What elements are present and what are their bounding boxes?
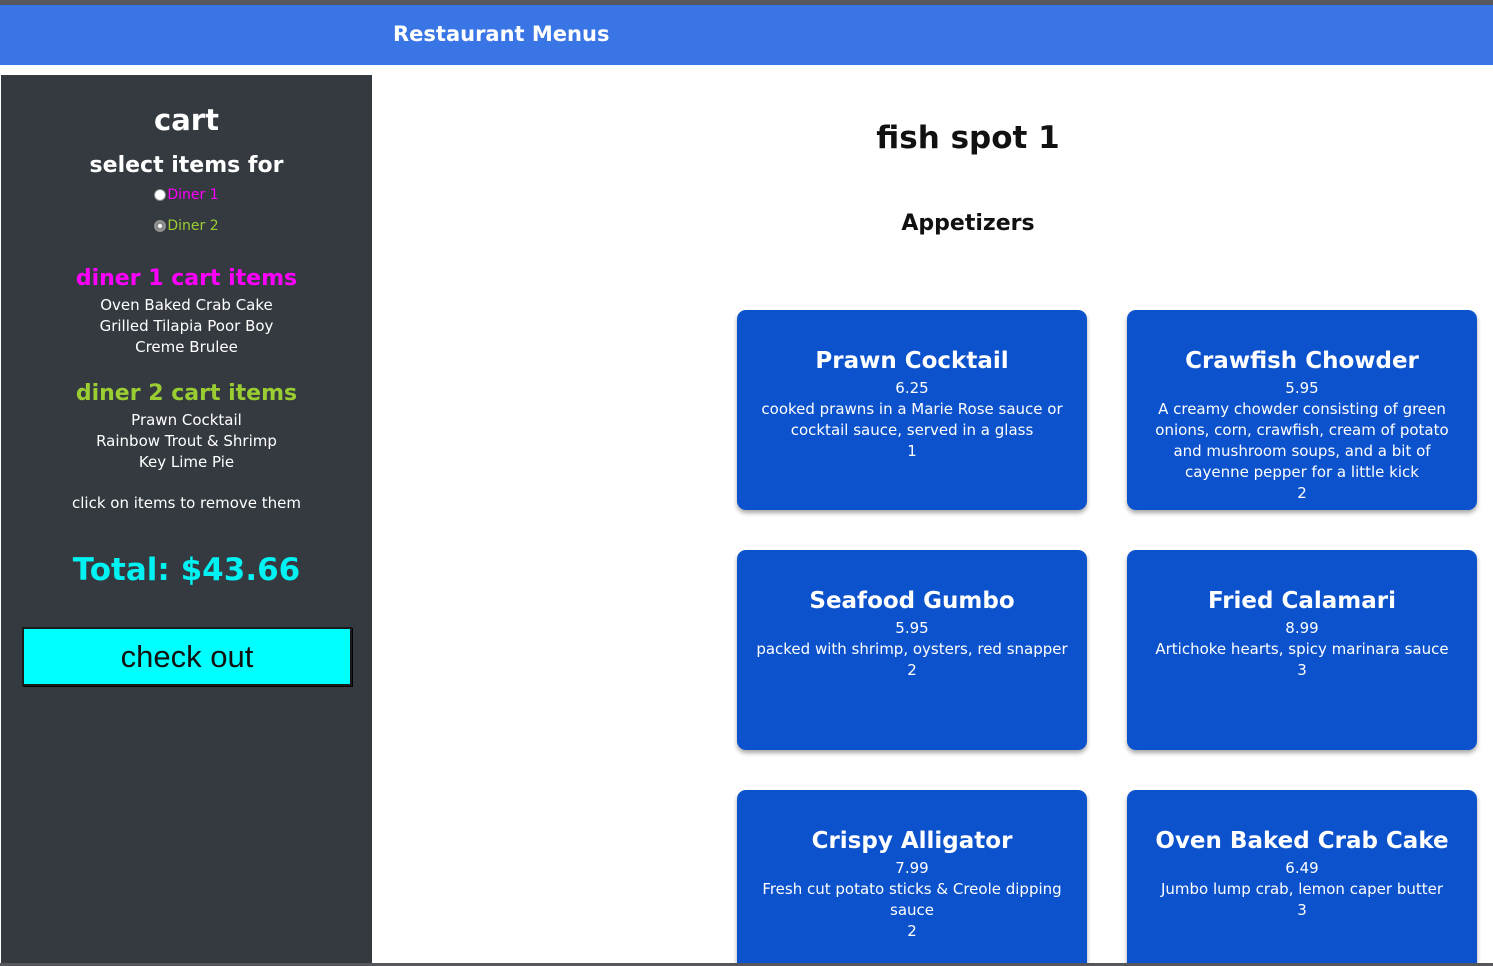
menu-item-quantity: 3	[1297, 661, 1307, 679]
cart-item[interactable]: Prawn Cocktail	[1, 410, 372, 431]
remove-hint: click on items to remove them	[72, 494, 301, 512]
menu-item-card[interactable]: Oven Baked Crab Cake 6.49 Jumbo lump cra…	[1127, 790, 1477, 963]
menu-item-card[interactable]: Seafood Gumbo 5.95 packed with shrimp, o…	[737, 550, 1087, 750]
menu-item-card[interactable]: Crispy Alligator 7.99 Fresh cut potato s…	[737, 790, 1087, 963]
menu-item-description: A creamy chowder consisting of green oni…	[1155, 400, 1449, 481]
diner-2-label: Diner 2	[167, 218, 219, 234]
select-diner-title: select items for	[89, 153, 284, 178]
cart-item[interactable]: Oven Baked Crab Cake	[1, 295, 372, 316]
cart-sidebar: cart select items for Diner 1 Diner 2 di…	[1, 75, 372, 963]
menu-item-quantity: 2	[907, 661, 917, 679]
diner-2-radio[interactable]	[154, 220, 167, 232]
menu-item-price: 7.99	[895, 859, 929, 877]
cart-item[interactable]: Creme Brulee	[1, 337, 372, 358]
menu-item-name: Oven Baked Crab Cake	[1155, 828, 1449, 854]
menu-item-card[interactable]: Prawn Cocktail 6.25 cooked prawns in a M…	[737, 310, 1087, 510]
menu-item-quantity: 3	[1297, 901, 1307, 919]
menu-item-price: 6.25	[895, 379, 929, 397]
menu-item-card[interactable]: Fried Calamari 8.99 Artichoke hearts, sp…	[1127, 550, 1477, 750]
menu-item-price: 8.99	[1285, 619, 1319, 637]
cart-item[interactable]: Grilled Tilapia Poor Boy	[1, 316, 372, 337]
diner-1-radio[interactable]	[154, 189, 167, 201]
menu-item-description: packed with shrimp, oysters, red snapper	[756, 640, 1068, 658]
menu-item-quantity: 2	[1297, 484, 1307, 502]
menu-item-description: Fresh cut potato sticks & Creole dipping…	[762, 880, 1062, 919]
menu-item-price: 5.95	[1285, 379, 1319, 397]
diner-2-cart-heading: diner 2 cart items	[75, 381, 298, 406]
cart-title: cart	[154, 103, 219, 137]
menu-item-name: Fried Calamari	[1207, 588, 1397, 614]
menu-item-name: Prawn Cocktail	[815, 348, 1009, 374]
diner-1-label: Diner 1	[167, 187, 219, 203]
menu-item-name: Crawfish Chowder	[1185, 348, 1419, 374]
cart-item[interactable]: Key Lime Pie	[1, 452, 372, 473]
menu-item-quantity: 1	[907, 442, 917, 460]
diner-1-option[interactable]: Diner 1	[1, 187, 372, 203]
app-title: Restaurant Menus	[393, 22, 610, 46]
diner-1-cart-list: Oven Baked Crab Cake Grilled Tilapia Poo…	[1, 295, 372, 358]
menu-item-description: Jumbo lump crab, lemon caper butter	[1160, 880, 1444, 898]
menu-item-card[interactable]: Crawfish Chowder 5.95 A creamy chowder c…	[1127, 310, 1477, 510]
diner-1-cart-heading: diner 1 cart items	[75, 266, 298, 291]
menu-item-price: 5.95	[895, 619, 929, 637]
menu-item-description: cooked prawns in a Marie Rose sauce or c…	[761, 400, 1063, 439]
checkout-button[interactable]: check out	[22, 627, 352, 686]
menu-section-title: Appetizers	[901, 211, 1035, 236]
menu-item-description: Artichoke hearts, spicy marinara sauce	[1155, 640, 1449, 658]
menu-item-name: Crispy Alligator	[811, 828, 1013, 854]
diner-2-cart-list: Prawn Cocktail Rainbow Trout & Shrimp Ke…	[1, 410, 372, 473]
app-header: Restaurant Menus	[0, 5, 1493, 65]
menu-item-price: 6.49	[1285, 859, 1319, 877]
menu-item-quantity: 2	[907, 922, 917, 940]
diner-2-option[interactable]: Diner 2	[1, 218, 372, 234]
cart-item[interactable]: Rainbow Trout & Shrimp	[1, 431, 372, 452]
menu-item-name: Seafood Gumbo	[809, 588, 1015, 614]
restaurant-name: fish spot 1	[876, 120, 1060, 156]
cart-total: Total: $43.66	[72, 552, 301, 588]
